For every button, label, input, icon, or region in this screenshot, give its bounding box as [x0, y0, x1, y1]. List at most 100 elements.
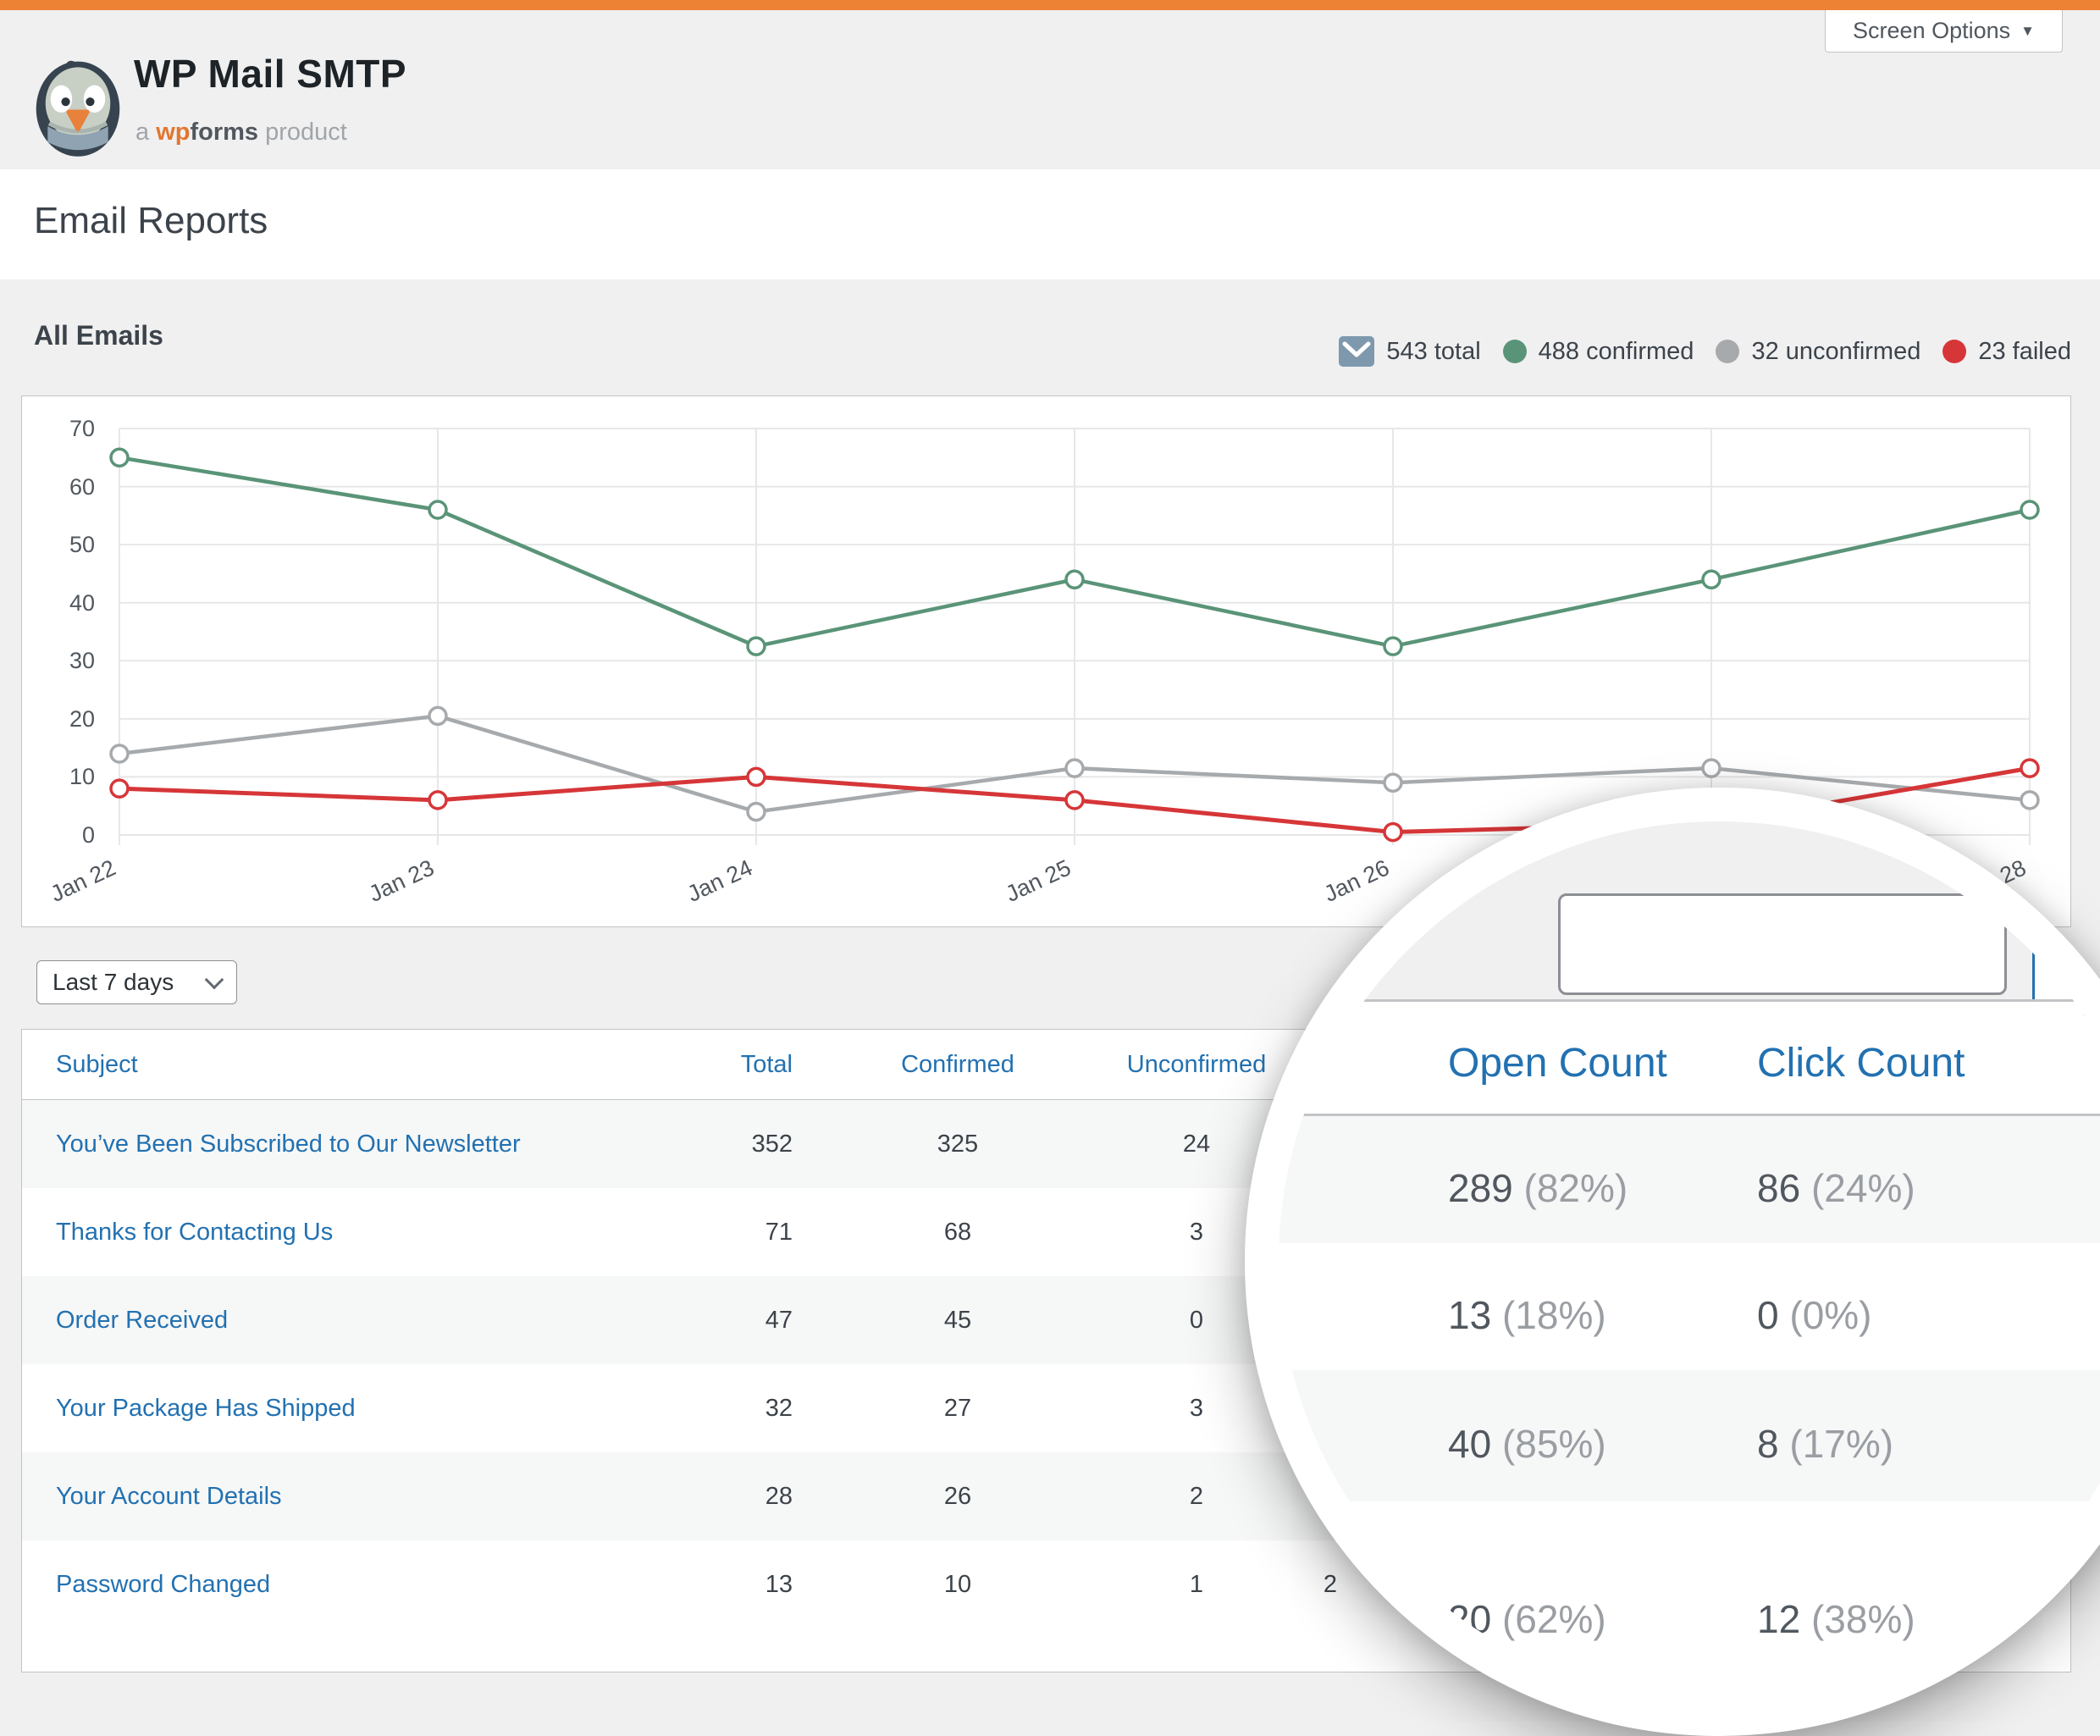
data-point-failed — [748, 768, 765, 785]
magnified-row: 289 (82%) 86 (24%) — [1279, 1116, 2100, 1243]
confirmed-value: 45 — [873, 1276, 1042, 1364]
email-reports-page: { "top": { "screen_options": "Screen Opt… — [0, 0, 2100, 1628]
count: 20 — [1448, 1597, 1491, 1641]
data-point-failed — [111, 780, 128, 797]
percent: (38%) — [1811, 1597, 1915, 1641]
byline-a: a — [135, 119, 149, 146]
legend-item-failed: 23 failed — [1942, 338, 2071, 366]
byline-brand-wp: wp — [156, 119, 190, 146]
confirmed-value: 68 — [873, 1188, 1042, 1276]
page-title: Email Reports — [34, 200, 268, 242]
subject-link[interactable]: Your Account Details — [56, 1452, 282, 1540]
search-input-magnified[interactable] — [1558, 893, 2007, 995]
y-axis-tick: 20 — [30, 706, 95, 733]
subject-link[interactable]: Your Package Has Shipped — [56, 1364, 356, 1452]
legend-item-unconfirmed: 32 unconfirmed — [1716, 338, 1920, 366]
column-header-total[interactable]: Total — [606, 1030, 793, 1100]
count: 40 — [1448, 1422, 1491, 1466]
chevron-down-icon: ▼ — [2020, 23, 2035, 40]
plugin-header: WP Mail SMTP a wpforms product — [0, 10, 2100, 169]
chevron-down-icon — [205, 970, 224, 990]
data-point-confirmed — [429, 501, 446, 518]
data-point-unconfirmed — [748, 804, 765, 821]
envelope-icon — [1339, 336, 1374, 367]
confirmed-value: 27 — [873, 1364, 1042, 1452]
red-dot-icon — [1942, 340, 1966, 363]
green-dot-icon — [1503, 340, 1527, 363]
data-point-failed — [1384, 824, 1401, 841]
data-point-failed — [429, 792, 446, 809]
chart-legend: 543 total 488 confirmed 32 unconfirmed 2… — [1270, 330, 2071, 373]
legend-item-total: 543 total — [1339, 336, 1480, 367]
legend-label: 23 failed — [1978, 338, 2071, 366]
column-header-click-count[interactable]: Click Count — [1757, 1040, 1965, 1086]
data-point-unconfirmed — [111, 745, 128, 762]
column-header-confirmed[interactable]: Confirmed — [873, 1030, 1042, 1100]
magnified-header-row: Open Count Click Count — [1279, 1002, 2100, 1116]
legend-label: 32 unconfirmed — [1751, 338, 1920, 366]
data-point-confirmed — [2021, 501, 2038, 518]
data-point-confirmed — [1384, 638, 1401, 655]
y-axis-tick: 40 — [30, 590, 95, 616]
subject-link[interactable]: Thanks for Contacting Us — [56, 1188, 333, 1276]
total-value: 71 — [606, 1188, 793, 1276]
total-value: 47 — [606, 1276, 793, 1364]
total-value: 28 — [606, 1452, 793, 1540]
section-title: All Emails — [34, 320, 163, 351]
percent: (85%) — [1502, 1422, 1606, 1466]
click-count-value: 0 (0%) — [1757, 1292, 1872, 1338]
percent: (0%) — [1789, 1293, 1871, 1337]
percent: (24%) — [1811, 1166, 1915, 1210]
data-point-failed — [1066, 792, 1083, 809]
magnified-row: 20 (62%) 12 (38%) — [1279, 1501, 2100, 1736]
y-axis-tick: 10 — [30, 764, 95, 790]
total-value: 32 — [606, 1364, 793, 1452]
confirmed-value: 325 — [873, 1100, 1042, 1188]
date-range-value: Last 7 days — [52, 969, 174, 996]
app-title: WP Mail SMTP — [134, 51, 406, 97]
wp-mail-smtp-pigeon-logo — [35, 57, 121, 158]
count: 13 — [1448, 1293, 1491, 1337]
total-value: 13 — [606, 1540, 793, 1628]
y-axis-tick: 30 — [30, 648, 95, 674]
y-axis-tick: 70 — [30, 416, 95, 442]
byline: a wpforms product — [135, 119, 347, 147]
confirmed-value: 10 — [873, 1540, 1042, 1628]
data-point-unconfirmed — [2021, 792, 2038, 809]
percent: (82%) — [1524, 1166, 1628, 1210]
magnified-row: 13 (18%) 0 (0%) — [1279, 1243, 2100, 1370]
column-header-open-count[interactable]: Open Count — [1448, 1040, 1667, 1086]
data-point-unconfirmed — [1066, 760, 1083, 777]
column-header-unconfirmed[interactable]: Unconfirmed — [1112, 1030, 1281, 1100]
click-count-value: 12 (38%) — [1757, 1596, 1915, 1642]
data-point-confirmed — [1066, 571, 1083, 588]
count: 8 — [1757, 1422, 1779, 1466]
byline-brand-forms: forms — [190, 119, 258, 146]
gray-dot-icon — [1716, 340, 1739, 363]
title-band: Email Reports — [0, 169, 2100, 279]
screen-options-label: Screen Options — [1853, 18, 2010, 44]
subject-link[interactable]: Order Received — [56, 1276, 228, 1364]
column-header-subject[interactable]: Subject — [56, 1030, 138, 1100]
data-point-failed — [2021, 760, 2038, 777]
legend-label: 488 confirmed — [1539, 338, 1694, 366]
magnified-table: Open Count Click Count 289 (82%) 86 (24%… — [1279, 999, 2100, 1705]
percent: (62%) — [1502, 1597, 1606, 1641]
click-count-value: 86 (24%) — [1757, 1165, 1915, 1211]
count: 12 — [1757, 1597, 1800, 1641]
subject-link[interactable]: Password Changed — [56, 1540, 270, 1628]
open-count-value: 13 (18%) — [1448, 1292, 1606, 1338]
screen-options-button[interactable]: Screen Options ▼ — [1825, 10, 2063, 53]
percent: (17%) — [1789, 1422, 1893, 1466]
subject-link[interactable]: You’ve Been Subscribed to Our Newsletter — [56, 1100, 521, 1188]
total-value: 352 — [606, 1100, 793, 1188]
count: 86 — [1757, 1166, 1800, 1210]
open-count-value: 40 (85%) — [1448, 1421, 1606, 1467]
count: 289 — [1448, 1166, 1513, 1210]
legend-label: 543 total — [1386, 338, 1480, 366]
data-point-confirmed — [1703, 571, 1720, 588]
byline-product: product — [265, 119, 347, 146]
data-point-unconfirmed — [429, 707, 446, 724]
y-axis-tick: 60 — [30, 474, 95, 500]
date-range-select[interactable]: Last 7 days — [36, 960, 237, 1004]
